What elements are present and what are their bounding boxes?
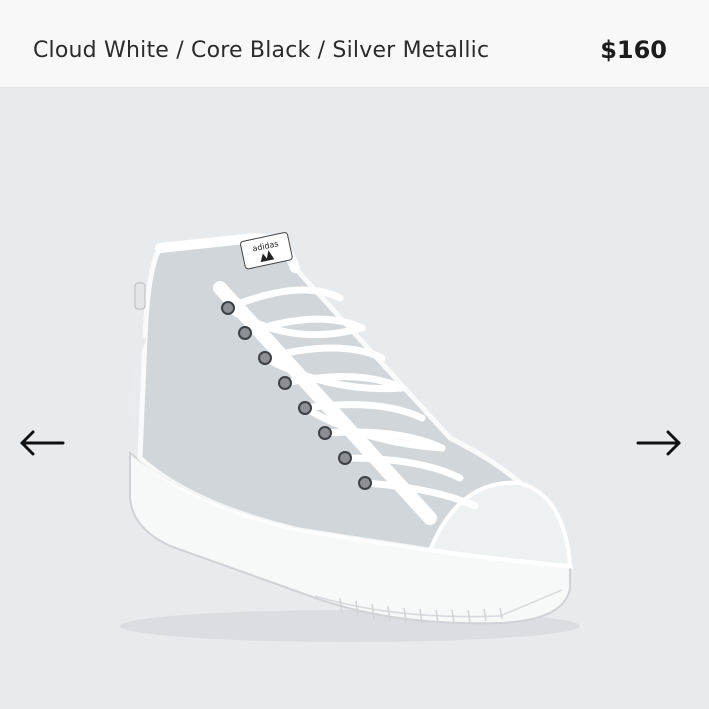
product-image-area: adidas — [0, 88, 709, 709]
product-gallery-page: Cloud White / Core Black / Silver Metall… — [0, 0, 709, 709]
arrow-left-icon[interactable] — [17, 428, 65, 458]
price-label: $160 — [600, 36, 667, 64]
product-header: Cloud White / Core Black / Silver Metall… — [0, 0, 709, 88]
arrow-right-icon[interactable] — [636, 428, 684, 458]
color-variant-label: Cloud White / Core Black / Silver Metall… — [33, 38, 490, 63]
sneaker-image: adidas — [120, 232, 580, 642]
